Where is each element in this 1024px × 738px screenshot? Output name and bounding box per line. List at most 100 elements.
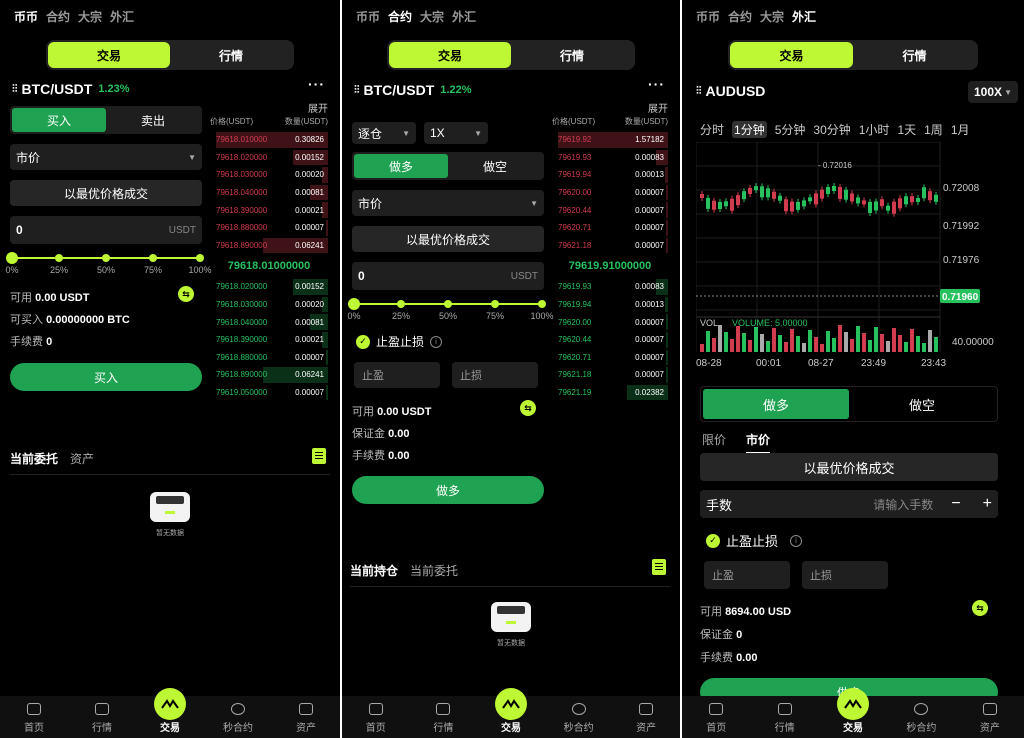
nav-home[interactable]: 首页 xyxy=(0,696,68,738)
slider-stop[interactable] xyxy=(102,254,110,262)
topnav-contract[interactable]: 合约 xyxy=(728,8,752,25)
topnav-contract[interactable]: 合约 xyxy=(388,8,412,25)
nav-home[interactable]: 首页 xyxy=(682,696,750,738)
nav-trade[interactable]: 交易 xyxy=(477,688,545,738)
pair-header[interactable]: ⫶⫶ BTC/USDT 1.22% xyxy=(354,82,471,98)
bid-row[interactable]: 79618.890000 0.06241 xyxy=(210,366,328,384)
transfer-icon[interactable]: ⇆ xyxy=(178,286,194,302)
nav-trade[interactable]: 交易 xyxy=(819,688,887,738)
nav-assets[interactable]: 资产 xyxy=(272,696,340,738)
ask-row[interactable]: 79618.010000 0.30826 xyxy=(210,131,328,149)
tab-market[interactable]: 行情 xyxy=(853,42,976,68)
ask-row[interactable]: 79618.040000 0.00081 xyxy=(210,184,328,202)
help-icon[interactable]: i xyxy=(790,534,803,547)
expand-link[interactable]: 展开 xyxy=(308,100,328,115)
topnav-forex[interactable]: 外汇 xyxy=(792,8,816,25)
slider-stop[interactable] xyxy=(444,300,452,308)
slider-stop[interactable] xyxy=(397,300,405,308)
ask-row[interactable]: 79620.44 0.00007 xyxy=(552,201,668,219)
ask-row[interactable]: 79618.880000 0.00007 xyxy=(210,219,328,237)
ask-row[interactable]: 79620.71 0.00007 xyxy=(552,219,668,237)
tab-market-order[interactable]: 市价 xyxy=(746,431,771,454)
tab-limit[interactable]: 限价 xyxy=(702,431,726,454)
ask-row[interactable]: 79619.93 0.00083 xyxy=(552,149,668,167)
slider-stop[interactable] xyxy=(55,254,63,262)
nav-assets[interactable]: 资产 xyxy=(956,696,1024,738)
stop-loss-input[interactable]: 止损 xyxy=(452,362,538,388)
topnav-commodity[interactable]: 大宗 xyxy=(78,8,102,25)
topnav-spot[interactable]: 币币 xyxy=(14,8,38,25)
buy-submit-button[interactable]: 买入 xyxy=(10,363,202,391)
bid-row[interactable]: 79618.880000 0.00007 xyxy=(210,349,328,367)
nav-assets[interactable]: 资产 xyxy=(612,696,680,738)
lots-input[interactable]: 手数 请输入手数 − + xyxy=(700,490,998,518)
timeframe-tab[interactable]: 1天 xyxy=(897,121,916,138)
bid-row[interactable]: 79619.94 0.00013 xyxy=(552,296,668,314)
tab-trade[interactable]: 交易 xyxy=(389,42,511,68)
amount-slider[interactable]: 0% 25% 50% 75% 100% xyxy=(347,298,554,322)
leverage-select[interactable]: 100X ▼ xyxy=(968,81,1018,103)
best-price-button[interactable]: 以最优价格成交 xyxy=(352,226,544,252)
nav-seconds-contract[interactable]: 秒合约 xyxy=(887,696,955,738)
transfer-icon[interactable]: ⇆ xyxy=(520,400,536,416)
tab-market[interactable]: 行情 xyxy=(511,42,633,68)
order-type-select[interactable]: 市价 ▼ xyxy=(352,190,544,216)
tab-long[interactable]: 做多 xyxy=(703,389,849,419)
tab-long[interactable]: 做多 xyxy=(354,154,448,178)
bid-row[interactable]: 79618.030000 0.00020 xyxy=(210,296,328,314)
timeframe-tab[interactable]: 30分钟 xyxy=(813,121,850,138)
topnav-contract[interactable]: 合约 xyxy=(46,8,70,25)
slider-knob[interactable] xyxy=(348,298,360,310)
slider-knob[interactable] xyxy=(6,252,18,264)
ask-row[interactable]: 79619.92 1.57182 xyxy=(552,131,668,149)
tab-trade[interactable]: 交易 xyxy=(730,42,853,68)
long-submit-button[interactable]: 做多 xyxy=(352,476,544,504)
amount-slider[interactable]: 0% 25% 50% 75% 100% xyxy=(5,252,212,276)
tpsl-toggle[interactable]: ✓ 止盈止损 i xyxy=(356,333,443,350)
nav-trade[interactable]: 交易 xyxy=(136,688,204,738)
tpsl-toggle[interactable]: ✓ 止盈止损 i xyxy=(706,531,803,550)
nav-market[interactable]: 行情 xyxy=(68,696,136,738)
more-icon[interactable]: ··· xyxy=(308,76,325,92)
tab-open-orders[interactable]: 当前委托 xyxy=(410,562,458,579)
topnav-commodity[interactable]: 大宗 xyxy=(760,8,784,25)
bid-row[interactable]: 79621.19 0.02382 xyxy=(552,384,668,402)
bid-row[interactable]: 79621.18 0.00007 xyxy=(552,366,668,384)
slider-stop[interactable] xyxy=(538,300,546,308)
bid-row[interactable]: 79618.390000 0.00021 xyxy=(210,331,328,349)
transfer-icon[interactable]: ⇆ xyxy=(972,600,988,616)
nav-market[interactable]: 行情 xyxy=(410,696,478,738)
bid-row[interactable]: 79620.71 0.00007 xyxy=(552,349,668,367)
bid-row[interactable]: 79619.050000 0.00007 xyxy=(210,384,328,402)
ask-row[interactable]: 79618.890000 0.06241 xyxy=(210,237,328,255)
bid-row[interactable]: 79619.93 0.00083 xyxy=(552,278,668,296)
take-profit-input[interactable]: 止盈 xyxy=(354,362,440,388)
clipboard-icon[interactable] xyxy=(652,559,666,575)
topnav-forex[interactable]: 外汇 xyxy=(452,8,476,25)
bid-row[interactable]: 79618.020000 0.00152 xyxy=(210,278,328,296)
slider-stop[interactable] xyxy=(491,300,499,308)
topnav-spot[interactable]: 币币 xyxy=(696,8,720,25)
stop-loss-input[interactable]: 止损 xyxy=(802,561,888,589)
bid-row[interactable]: 79620.00 0.00007 xyxy=(552,313,668,331)
nav-market[interactable]: 行情 xyxy=(750,696,818,738)
tab-sell[interactable]: 卖出 xyxy=(106,108,200,132)
pair-header[interactable]: ⫶⫶ BTC/USDT 1.23% xyxy=(12,81,129,97)
tab-short[interactable]: 做空 xyxy=(448,154,542,178)
best-price-button[interactable]: 以最优价格成交 xyxy=(10,180,202,206)
nav-seconds-contract[interactable]: 秒合约 xyxy=(545,696,613,738)
plus-button[interactable]: + xyxy=(983,495,992,513)
tab-trade[interactable]: 交易 xyxy=(48,42,170,68)
amount-input[interactable]: 0 USDT xyxy=(352,262,544,290)
help-icon[interactable]: i xyxy=(430,335,443,348)
ask-row[interactable]: 79618.020000 0.00152 xyxy=(210,149,328,167)
take-profit-input[interactable]: 止盈 xyxy=(704,561,790,589)
tab-buy[interactable]: 买入 xyxy=(12,108,106,132)
more-icon[interactable]: ··· xyxy=(648,76,665,92)
timeframe-tab[interactable]: 1周 xyxy=(924,121,943,138)
topnav-commodity[interactable]: 大宗 xyxy=(420,8,444,25)
nav-seconds-contract[interactable]: 秒合约 xyxy=(204,696,272,738)
tab-assets[interactable]: 资产 xyxy=(70,450,94,467)
bid-row[interactable]: 79618.040000 0.00081 xyxy=(210,313,328,331)
slider-stop[interactable] xyxy=(149,254,157,262)
